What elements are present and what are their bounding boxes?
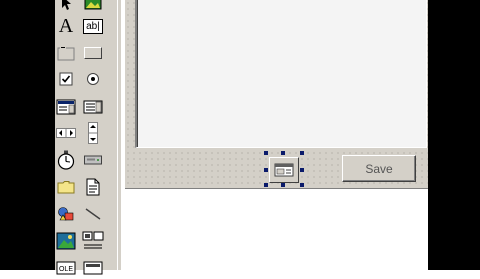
picture-icon[interactable] <box>82 0 104 14</box>
resize-handle-e[interactable] <box>300 168 304 172</box>
label-icon[interactable]: A <box>55 15 77 37</box>
letterbox-right <box>428 0 480 270</box>
vscrollbar-icon[interactable] <box>82 122 104 144</box>
ole-icon[interactable]: OLE <box>55 257 77 279</box>
resize-handle-n[interactable] <box>281 151 285 155</box>
shape-icon[interactable] <box>55 203 77 225</box>
resize-handle-sw[interactable] <box>264 183 268 187</box>
resize-handle-w[interactable] <box>264 168 268 172</box>
resize-handle-se[interactable] <box>300 183 304 187</box>
image-icon[interactable] <box>55 230 77 252</box>
listbox-control[interactable] <box>135 0 427 148</box>
label-glyph: A <box>58 15 74 37</box>
resize-handle-s[interactable] <box>281 183 285 187</box>
drivelistbox-icon[interactable] <box>82 149 104 171</box>
extra-control-icon[interactable] <box>82 257 104 279</box>
dirlistbox-icon[interactable] <box>55 176 77 198</box>
resize-handle-ne[interactable] <box>300 151 304 155</box>
pointer-icon[interactable] <box>55 0 77 14</box>
timer-icon[interactable] <box>55 149 77 171</box>
textbox-icon[interactable]: ab| <box>82 15 104 37</box>
commandbutton-icon[interactable] <box>82 42 104 64</box>
selected-control[interactable] <box>269 157 299 183</box>
resize-handle-nw[interactable] <box>264 151 268 155</box>
optionbutton-icon[interactable] <box>82 68 104 90</box>
toolbox: A ab| OLE <box>55 0 118 275</box>
textbox-glyph: ab| <box>83 18 103 34</box>
checkbox-icon[interactable] <box>55 68 77 90</box>
data-icon[interactable] <box>82 230 104 252</box>
letterbox-left <box>0 0 55 270</box>
combobox-icon[interactable] <box>55 96 77 118</box>
common-dialog-icon <box>274 163 294 177</box>
frame-icon[interactable] <box>55 42 77 64</box>
save-button[interactable]: Save <box>342 155 416 182</box>
hscrollbar-icon[interactable] <box>55 122 77 144</box>
listbox-icon[interactable] <box>82 96 104 118</box>
line-icon[interactable] <box>82 203 104 225</box>
filelistbox-icon[interactable] <box>82 176 104 198</box>
